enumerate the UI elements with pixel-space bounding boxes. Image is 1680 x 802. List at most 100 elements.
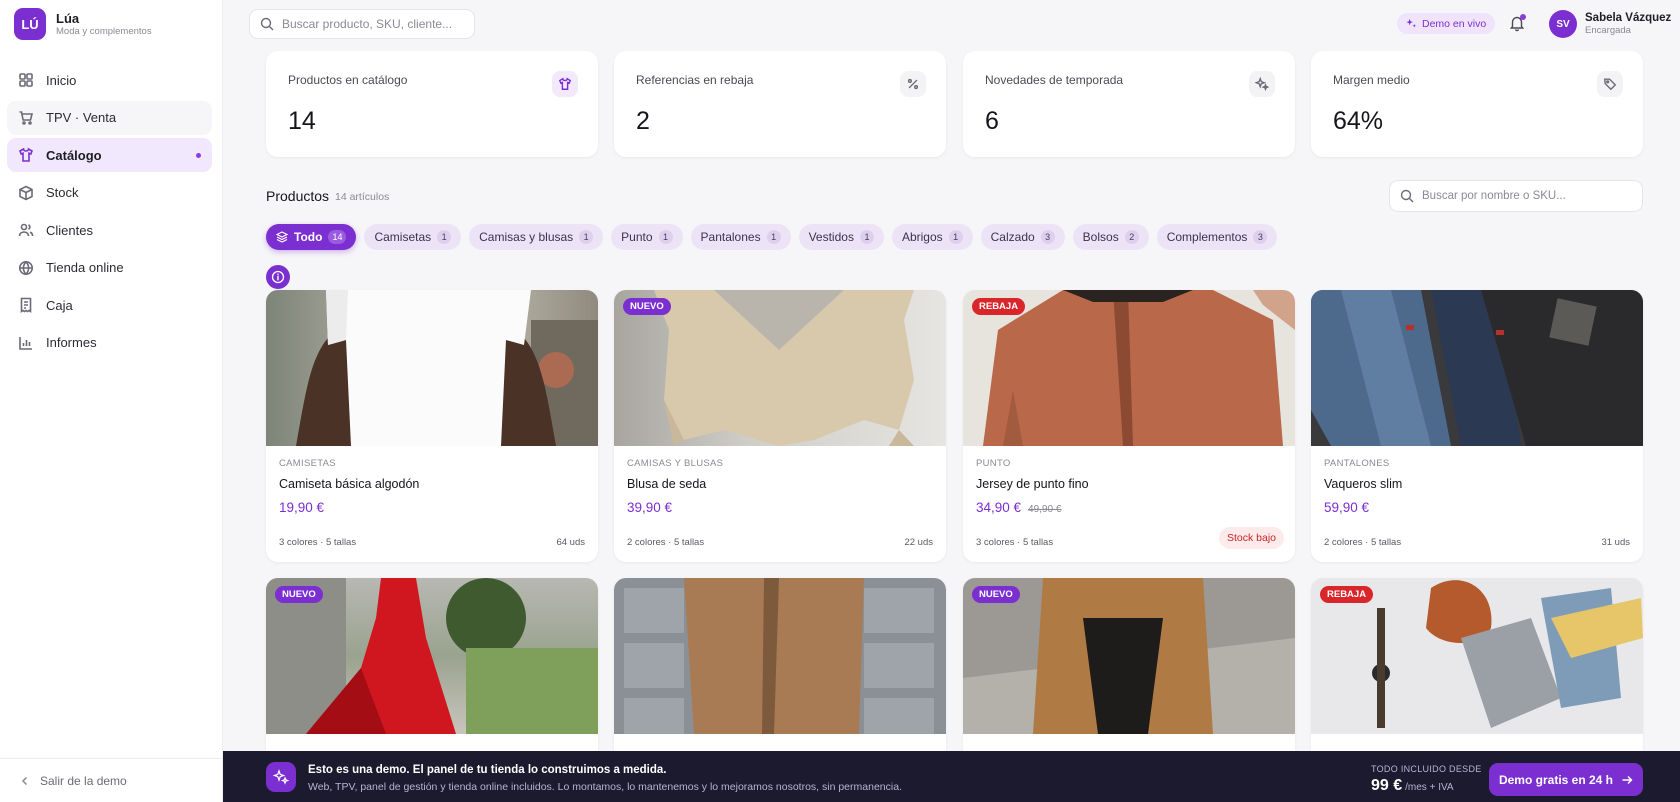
sidebar-item-label: Caja [46,297,73,313]
live-demo-label: Demo en vivo [1422,17,1487,30]
product-card[interactable]: NUEVO CAMISAS Y BLUSAS Blusa de seda 39,… [614,290,946,562]
global-search[interactable] [249,9,475,39]
sidebar-item-stock[interactable]: Stock [7,176,212,210]
product-meta: 2 colores · 5 tallas 22 uds [627,537,933,548]
sidebar-item-inicio[interactable]: Inicio [7,63,212,97]
filter-count: 1 [766,230,781,244]
product-search-input[interactable] [1422,190,1632,202]
user-name: Sabela Vázquez [1585,12,1672,24]
demo-banner: Esto es una demo. El panel de tu tienda … [223,751,1680,802]
sidebar: LÚ Lúa Moda y complementos Inicio TPV · … [0,0,223,802]
low-stock-badge: Stock bajo [1218,527,1284,549]
global-search-input[interactable] [282,17,462,31]
product-price-row: 34,90 € 49,90 € [976,500,1282,515]
product-search[interactable] [1389,180,1643,212]
search-icon [260,17,274,31]
product-card[interactable]: REBAJA PUNTO Jersey de punto fino 34,90 … [963,290,1295,562]
sidebar-item-informes[interactable]: Informes [7,326,212,360]
filter-chip-pantalones[interactable]: Pantalones 1 [690,224,791,250]
filter-count: 2 [1124,230,1139,244]
filter-label: Todo [294,230,323,244]
product-variants: 2 colores · 5 tallas [627,537,705,548]
sidebar-nav: Inicio TPV · Venta Catálogo Stock Client… [7,63,212,363]
sidebar-item-caja[interactable]: Caja [7,288,212,322]
sidebar-item-tienda-online[interactable]: Tienda online [7,251,212,285]
product-image: NUEVO [614,290,946,446]
cart-icon [19,110,34,125]
filter-chip-abrigos[interactable]: Abrigos 1 [891,224,973,250]
sidebar-item-label: Clientes [46,222,93,238]
sidebar-item-label: TPV · Venta [46,110,117,125]
product-card[interactable]: PANTALONES Vaqueros slim 59,90 € 2 color… [1311,290,1643,562]
grid-icon [19,73,33,87]
filter-chip-punto[interactable]: Punto 1 [611,224,683,250]
brand[interactable]: LÚ Lúa Moda y complementos [0,0,222,48]
brand-name: Lúa [56,10,80,26]
globe-icon [19,260,33,275]
product-price-row: 39,90 € [627,500,933,515]
banner-price-suffix: /mes + IVA [1405,782,1454,793]
sidebar-item-catalogo[interactable]: Catálogo [7,138,212,172]
sale-badge: REBAJA [972,298,1026,315]
stat-card-novedades: Novedades de temporada 6 [963,51,1295,157]
free-demo-button[interactable]: Demo gratis en 24 h [1489,763,1643,796]
product-price-row: 19,90 € [279,500,585,515]
product-category: CAMISAS Y BLUSAS [627,458,724,469]
arrow-right-icon [1622,775,1633,784]
product-image [266,290,598,446]
stat-value: 2 [636,107,650,135]
product-image: NUEVO [266,578,598,734]
filter-count: 1 [658,230,673,244]
banner-title: Esto es una demo. El panel de tu tienda … [308,764,667,776]
filter-count: 1 [859,230,874,244]
product-units: 22 uds [904,537,933,548]
new-badge: NUEVO [623,298,671,315]
percent-icon [900,71,926,97]
sparkles-icon [266,762,296,792]
product-price: 59,90 € [1324,500,1370,515]
filter-chip-calzado[interactable]: Calzado 3 [980,224,1065,250]
sidebar-item-label: Tienda online [46,260,124,275]
filter-chip-bolsos[interactable]: Bolsos 2 [1072,224,1149,250]
layers-icon [276,231,288,243]
sidebar-item-label: Inicio [46,72,77,88]
filter-chip-camisas-blusas[interactable]: Camisas y blusas 1 [469,224,604,250]
filter-chip-complementos[interactable]: Complementos 3 [1156,224,1278,250]
stat-value: 64% [1333,107,1384,135]
filter-count: 3 [1253,230,1268,244]
sidebar-item-label: Stock [46,185,79,200]
product-units: 31 uds [1601,537,1630,548]
filter-label: Camisas y blusas [479,230,574,244]
product-category: PUNTO [976,458,1011,469]
shirt-icon [552,71,578,97]
exit-demo-link[interactable]: Salir de la demo [0,758,223,802]
product-meta: 2 colores · 5 tallas 31 uds [1324,537,1630,548]
filter-label: Abrigos [901,230,943,244]
product-category: CAMISETAS [279,458,336,469]
brand-logo: LÚ [14,8,46,40]
user-menu[interactable]: SV Sabela Vázquez Encargada [1549,10,1671,38]
info-button[interactable] [266,265,290,289]
product-image: REBAJA [963,290,1295,446]
sidebar-item-clientes[interactable]: Clientes [7,213,212,247]
filter-label: Pantalones [700,230,761,244]
sidebar-item-label: Catálogo [46,147,102,163]
stat-card-rebaja: Referencias en rebaja 2 [614,51,946,157]
tag-icon [1597,71,1623,97]
stat-value: 14 [288,107,316,135]
filter-chip-camisetas[interactable]: Camisetas 1 [364,224,462,250]
filter-chip-vestidos[interactable]: Vestidos 1 [798,224,884,250]
shirt-icon [18,147,34,162]
product-price: 19,90 € [279,500,325,515]
stat-label: Novedades de temporada [985,73,1124,87]
product-card[interactable]: CAMISETAS Camiseta básica algodón 19,90 … [266,290,598,562]
filter-chip-todo[interactable]: Todo 14 [266,224,357,250]
product-price: 34,90 € [976,500,1022,515]
avatar: SV [1549,10,1577,38]
new-badge: NUEVO [275,586,323,603]
product-variants: 3 colores · 5 tallas [976,537,1054,548]
sidebar-item-tpv[interactable]: TPV · Venta [7,100,212,135]
stat-label: Margen medio [1333,73,1410,87]
topbar: Demo en vivo SV Sabela Vázquez Encargada [223,0,1680,48]
banner-subtitle: Web, TPV, panel de gestión y tienda onli… [308,781,902,793]
